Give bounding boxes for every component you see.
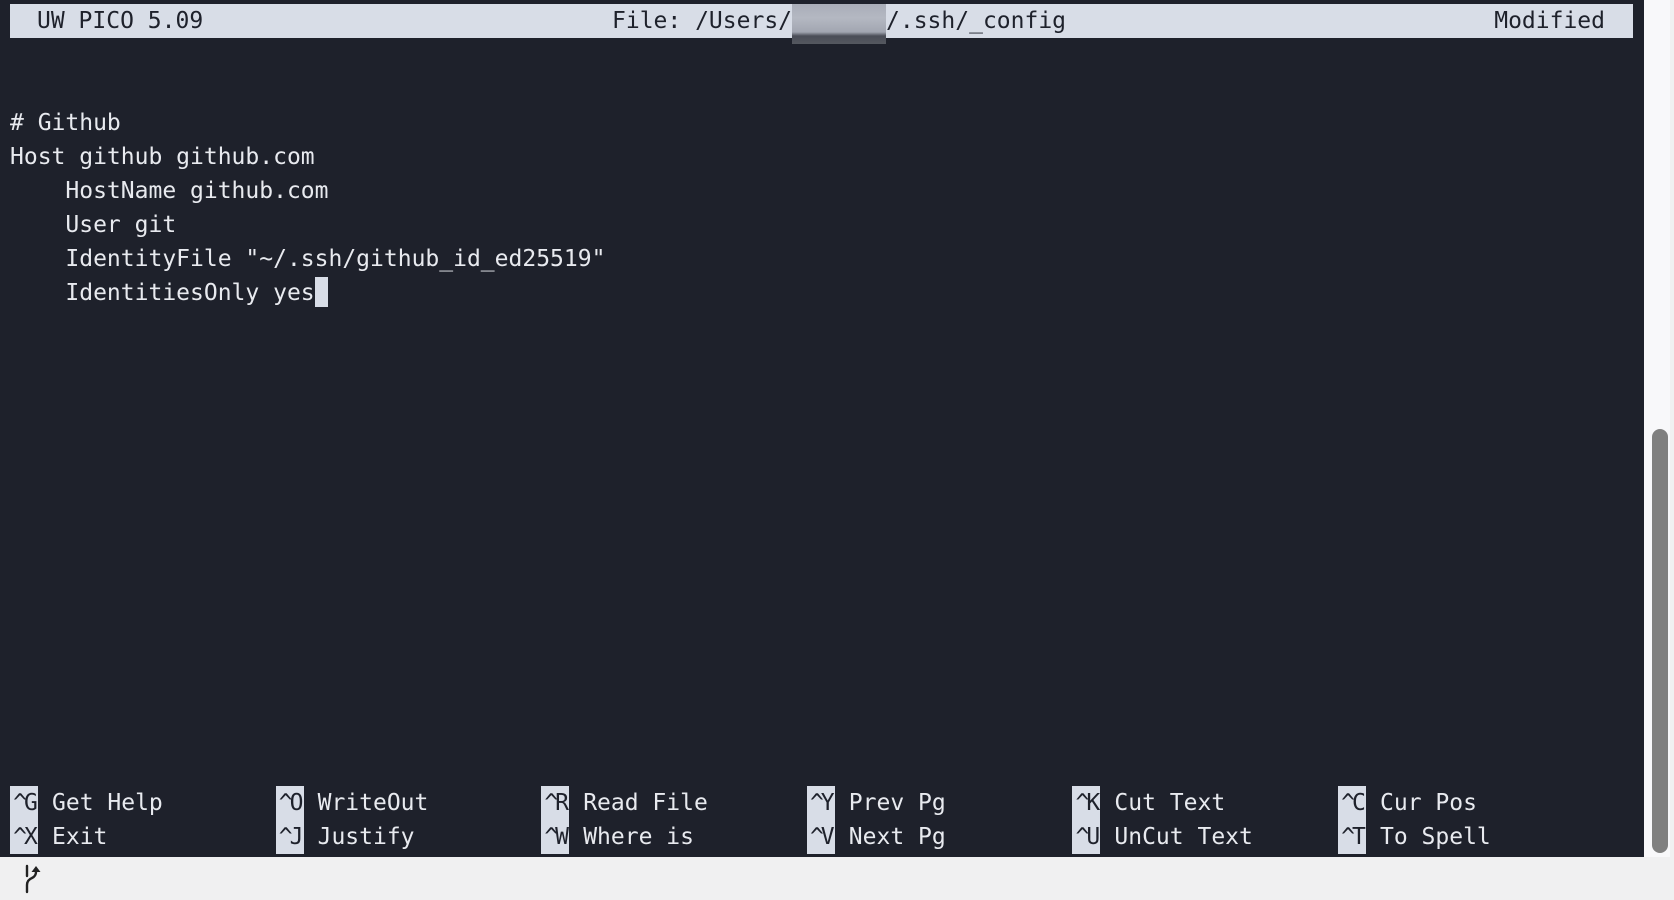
shortcut-label: Exit xyxy=(52,824,108,850)
shortcut-label: Get Help xyxy=(52,790,163,816)
shortcut-key: ^Y xyxy=(806,786,835,820)
editor-line-text: User git xyxy=(10,212,177,238)
editor-line: User git xyxy=(10,208,605,242)
shortcut-justify[interactable]: ^J Justify xyxy=(275,820,415,854)
shortcut-label: Prev Pg xyxy=(848,790,946,816)
shortcut-key: ^U xyxy=(1072,820,1101,854)
shortcut-read-file[interactable]: ^R Read File xyxy=(541,786,708,820)
file-path: File: /Users/ /.ssh/_config xyxy=(612,4,1066,44)
shortcut-bar: ^G Get Help ^O WriteOut ^R Read File ^Y Prev Pg… xyxy=(10,786,1630,854)
shortcut-label: Where is xyxy=(583,824,694,850)
shortcut-label: Next Pg xyxy=(848,824,946,850)
window-status-bar xyxy=(0,857,1674,900)
scrollbar-thumb[interactable] xyxy=(1652,428,1668,853)
shortcut-key: ^W xyxy=(541,820,570,854)
app-name: UW PICO 5.09 xyxy=(37,8,204,34)
shortcut-label: Cur Pos xyxy=(1380,790,1477,816)
pico-title-bar: UW PICO 5.09 File: /Users//.ssh/_config … xyxy=(10,4,1633,44)
shortcut-key: ^J xyxy=(275,820,304,854)
modified-status: Modified xyxy=(1494,8,1605,34)
shortcut-where-is[interactable]: ^W Where is xyxy=(541,820,694,854)
editor-line: Host github github.com xyxy=(10,140,605,174)
editor-line-text: IdentitiesOnly yes xyxy=(10,280,315,306)
shortcut-key: ^G xyxy=(10,786,38,820)
shortcut-label: Justify xyxy=(317,824,415,850)
terminal-pane[interactable]: UW PICO 5.09 File: /Users//.ssh/_config … xyxy=(0,0,1644,857)
shortcut-prev-pg[interactable]: ^Y Prev Pg xyxy=(806,786,946,820)
shortcut-writeout[interactable]: ^O WriteOut xyxy=(275,786,429,820)
shortcut-to-spell[interactable]: ^T To Spell xyxy=(1338,820,1491,854)
shortcut-key: ^O xyxy=(275,786,304,820)
editor-line: IdentitiesOnly yes xyxy=(10,276,605,310)
shortcut-key: ^X xyxy=(10,820,38,854)
shortcut-label: To Spell xyxy=(1380,824,1491,850)
shortcut-label: WriteOut xyxy=(317,790,429,816)
shortcut-next-pg[interactable]: ^V Next Pg xyxy=(806,820,946,854)
shortcut-uncut-text[interactable]: ^U UnCut Text xyxy=(1072,820,1253,854)
file-path-suffix: /.ssh/_config xyxy=(886,8,1067,34)
editor-line-text: IdentityFile "~/.ssh/github_id_ed25519" xyxy=(10,246,606,272)
shortcut-label: UnCut Text xyxy=(1114,824,1253,850)
shortcut-label: Read File xyxy=(583,790,708,816)
editor-line: HostName github.com xyxy=(10,174,605,208)
shortcut-key: ^K xyxy=(1072,786,1101,820)
shortcut-label: Cut Text xyxy=(1114,790,1226,816)
file-path-prefix: File: /Users/ xyxy=(612,8,793,34)
shortcut-cut-text[interactable]: ^K Cut Text xyxy=(1072,786,1225,820)
shortcut-key: ^R xyxy=(541,786,570,820)
editor-line-text: # Github xyxy=(10,110,121,136)
shortcut-key: ^C xyxy=(1338,786,1366,820)
shortcut-key: ^V xyxy=(806,820,835,854)
branch-merge-icon[interactable] xyxy=(22,864,44,894)
text-cursor xyxy=(314,277,328,307)
shortcut-cur-pos[interactable]: ^C Cur Pos xyxy=(1338,786,1477,820)
shortcut-exit[interactable]: ^X Exit xyxy=(10,820,107,854)
vertical-scrollbar[interactable] xyxy=(1644,0,1670,857)
shortcut-key: ^T xyxy=(1338,820,1366,854)
terminal-window: UW PICO 5.09 File: /Users//.ssh/_config … xyxy=(0,0,1674,900)
editor-line-text: HostName github.com xyxy=(10,178,329,204)
editor-line: # Github xyxy=(10,106,605,140)
editor-text-area[interactable]: # Github Host github github.com HostName … xyxy=(10,72,605,310)
editor-line: IdentityFile "~/.ssh/github_id_ed25519" xyxy=(10,242,605,276)
shortcut-get-help[interactable]: ^G Get Help xyxy=(10,786,163,820)
redacted-username xyxy=(792,4,887,44)
editor-line-text: Host github github.com xyxy=(10,144,315,170)
